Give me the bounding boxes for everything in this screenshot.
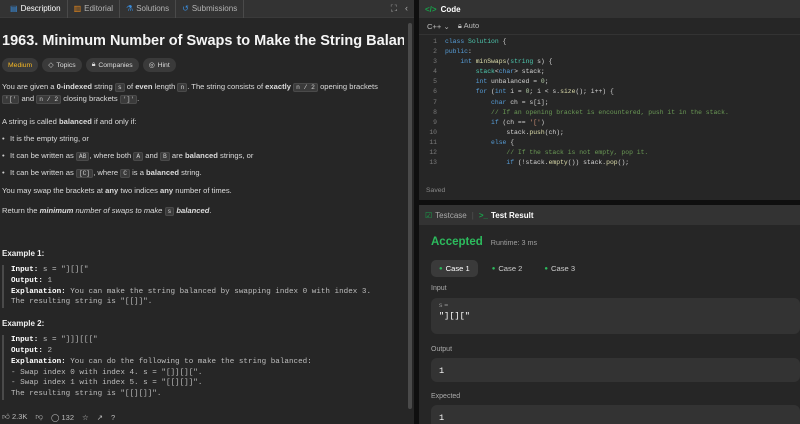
- description-footer: 👍︎ 2.3K 👎︎ ◯ 132 ☆ ↗ ?: [0, 410, 414, 424]
- check-dot-icon: ●: [491, 265, 496, 272]
- code-panel-title: Code: [440, 4, 461, 14]
- tag-icon: ◇: [48, 62, 54, 69]
- list-item: It is the empty string, or: [2, 134, 398, 143]
- tab-case-1[interactable]: ● Case 1: [431, 260, 478, 277]
- problem-badges: Medium ◇ Topics 🔒︎ Companies ◎ Hint: [2, 58, 398, 72]
- comment-icon: ◯: [51, 412, 60, 422]
- maximize-icon[interactable]: ⛶: [391, 3, 397, 14]
- tab-solutions[interactable]: ⚗ Solutions: [120, 0, 177, 18]
- example-1-heading: Example 1:: [2, 249, 45, 258]
- input-var-name: s =: [439, 302, 449, 309]
- auto-mode[interactable]: 🔒︎ Auto: [458, 21, 479, 31]
- terminal-icon: >_: [478, 210, 488, 220]
- comments-button[interactable]: ◯ 132: [51, 413, 74, 422]
- feedback-button[interactable]: ?: [111, 413, 115, 422]
- topics-label: Topics: [56, 61, 76, 69]
- favorite-button[interactable]: ☆: [82, 413, 89, 422]
- tab-testcase[interactable]: ☑ Testcase: [425, 211, 467, 220]
- problem-content: 1963. Minimum Number of Swaps to Make th…: [0, 19, 404, 410]
- hint-badge[interactable]: ◎ Hint: [142, 58, 176, 72]
- example-2-box: Input: s = "]]][[[" Output: 2 Explanatio…: [2, 335, 398, 400]
- tab-editorial[interactable]: ▥ Editorial: [68, 0, 121, 18]
- thumbs-up-icon: 👍︎: [2, 412, 10, 421]
- code-icon: </>: [425, 4, 437, 14]
- tab-case-2[interactable]: ● Case 2: [484, 260, 531, 277]
- tab-editorial-label: Editorial: [84, 4, 114, 13]
- test-panel-header: ☑ Testcase | >_ Test Result: [419, 205, 800, 225]
- code-panel-header: </> Code: [419, 0, 800, 18]
- expected-box: 1: [431, 405, 800, 424]
- result-status: Accepted Runtime: 3 ms: [431, 236, 537, 248]
- expected-label: Expected: [431, 393, 461, 400]
- output-label: Output: [431, 346, 453, 353]
- description-panel: ▤ Description ▥ Editorial ⚗ Solutions ↺ …: [0, 0, 414, 424]
- tab-description[interactable]: ▤ Description: [4, 0, 68, 18]
- input-label: Input: [431, 285, 447, 292]
- lock-icon: 🔒︎: [457, 21, 462, 30]
- topics-badge[interactable]: ◇ Topics: [42, 58, 82, 72]
- tab-test-result[interactable]: >_ Test Result: [479, 211, 534, 220]
- check-dot-icon: ●: [544, 265, 548, 272]
- tab-solutions-label: Solutions: [136, 4, 170, 13]
- output-box: 1: [431, 358, 800, 382]
- description-paragraph-2: A string is called balanced if and only …: [2, 117, 137, 126]
- tab-submissions-label: Submissions: [191, 4, 238, 13]
- submissions-icon: ↺: [182, 4, 189, 13]
- description-tabs: ▤ Description ▥ Editorial ⚗ Solutions ↺ …: [0, 0, 414, 18]
- difficulty-badge[interactable]: Medium: [2, 58, 39, 72]
- tab-description-label: Description: [20, 4, 61, 13]
- share-button[interactable]: ↗: [97, 413, 103, 422]
- code-editor[interactable]: 1 class Solution { 2 public: 3 int minSwap…: [419, 37, 800, 176]
- case-tabs: ● Case 1 ● Case 2 ● Case 3: [431, 260, 583, 277]
- description-paragraph-1: You are given a 0-indexed string s of ev…: [2, 82, 378, 104]
- description-icon: ▤: [10, 4, 18, 13]
- balanced-conditions-list: It is the empty string, or It can be wri…: [2, 134, 398, 178]
- output-value: 1: [439, 366, 445, 376]
- companies-label: Companies: [98, 61, 133, 69]
- tab-submissions[interactable]: ↺ Submissions: [176, 0, 245, 18]
- solutions-icon: ⚗: [126, 4, 134, 13]
- list-item: It can be written as AB, where both A an…: [2, 151, 398, 161]
- language-bar: C++ ⌄ 🔒︎ Auto: [419, 18, 800, 35]
- checkbox-icon: ☑: [425, 210, 433, 220]
- accepted-label: Accepted: [431, 236, 483, 248]
- code-panel: </> Code C++ ⌄ 🔒︎ Auto 1 class Solution {…: [419, 0, 800, 200]
- example-1-box: Input: s = "][][" Output: 1 Explanation:…: [2, 265, 398, 309]
- editorial-icon: ▥: [73, 4, 82, 13]
- lightbulb-icon: ◎: [148, 62, 155, 69]
- test-result-panel: ☑ Testcase | >_ Test Result Accepted Runti…: [419, 205, 800, 424]
- saved-status: Saved: [426, 187, 446, 194]
- example-2-heading: Example 2:: [2, 319, 45, 329]
- tab-case-3[interactable]: ● Case 3: [536, 260, 583, 277]
- hint-label: Hint: [157, 61, 170, 69]
- question-icon: ?: [111, 412, 116, 422]
- expected-value: 1: [439, 413, 445, 423]
- like-button[interactable]: 👍︎ 2.3K: [2, 412, 27, 422]
- collapse-icon[interactable]: ‹: [405, 3, 408, 14]
- language-select[interactable]: C++ ⌄: [427, 22, 450, 31]
- thumbs-down-icon: 👎︎: [35, 412, 43, 421]
- description-paragraph-4: Return the minimum number of swaps to ma…: [2, 206, 212, 216]
- star-icon: ☆: [82, 412, 89, 422]
- companies-badge[interactable]: 🔒︎ Companies: [85, 58, 139, 72]
- problem-title: 1963. Minimum Number of Swaps to Make th…: [2, 33, 404, 49]
- dislike-button[interactable]: 👎︎: [35, 412, 43, 422]
- input-value: "][][": [439, 311, 470, 321]
- runtime-label: Runtime: 3 ms: [490, 238, 538, 247]
- list-item: It can be written as [C], where C is a b…: [2, 168, 398, 178]
- description-paragraph-3: You may swap the brackets at any two ind…: [2, 186, 232, 195]
- share-icon: ↗: [96, 412, 104, 422]
- description-scrollbar[interactable]: [408, 19, 412, 409]
- chevron-down-icon: ⌄: [443, 21, 450, 31]
- input-box: s = "][][": [431, 298, 800, 334]
- lock-icon: 🔒︎: [91, 61, 96, 68]
- check-dot-icon: ●: [439, 265, 443, 272]
